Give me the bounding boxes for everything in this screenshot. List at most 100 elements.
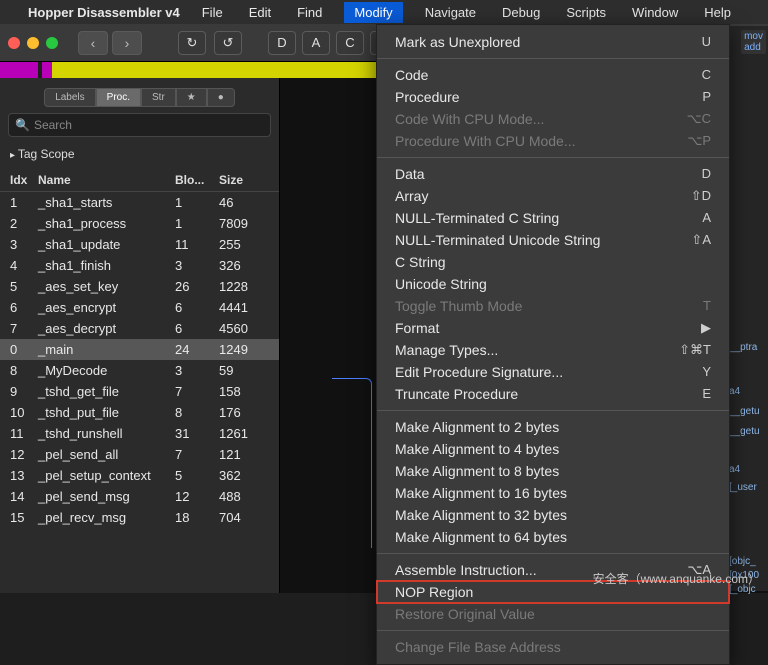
segment-magenta-2[interactable]: [42, 62, 52, 78]
search-input[interactable]: 🔍 Search: [8, 113, 271, 137]
table-row[interactable]: 5_aes_set_key261228: [0, 276, 279, 297]
mode-c-button[interactable]: C: [336, 31, 364, 55]
menu-item-make-alignment-to-8-bytes[interactable]: Make Alignment to 8 bytes: [377, 460, 729, 482]
menu-navigate[interactable]: Navigate: [421, 3, 480, 22]
cell-blo: 18: [175, 510, 219, 525]
segment-3[interactable]: ★: [176, 88, 207, 107]
menu-item-make-alignment-to-4-bytes[interactable]: Make Alignment to 4 bytes: [377, 438, 729, 460]
menu-item-data[interactable]: DataD: [377, 163, 729, 185]
menu-item-null-terminated-c-string[interactable]: NULL-Terminated C StringA: [377, 207, 729, 229]
table-row[interactable]: 9_tshd_get_file7158: [0, 381, 279, 402]
menu-edit[interactable]: Edit: [245, 3, 275, 22]
cell-idx: 1: [10, 195, 38, 210]
menu-item-unicode-string[interactable]: Unicode String: [377, 273, 729, 295]
table-row[interactable]: 1_sha1_starts146: [0, 192, 279, 213]
cell-idx: 3: [10, 237, 38, 252]
col-blocks[interactable]: Blo...: [175, 173, 219, 187]
table-row[interactable]: 7_aes_decrypt64560: [0, 318, 279, 339]
cell-blo: 8: [175, 405, 219, 420]
col-size[interactable]: Size: [219, 173, 269, 187]
watermark: 安全客（www.anquanke.com）: [593, 570, 760, 587]
menu-item-truncate-procedure[interactable]: Truncate ProcedureE: [377, 383, 729, 405]
table-row[interactable]: 13_pel_setup_context5362: [0, 465, 279, 486]
menu-item-make-alignment-to-32-bytes[interactable]: Make Alignment to 32 bytes: [377, 504, 729, 526]
segment-2[interactable]: Str: [141, 88, 176, 107]
menu-item-c-string[interactable]: C String: [377, 251, 729, 273]
menu-separator: [377, 553, 729, 554]
menu-item-toggle-thumb-mode: Toggle Thumb ModeT: [377, 295, 729, 317]
menu-item-null-terminated-unicode-string[interactable]: NULL-Terminated Unicode String⇧A: [377, 229, 729, 251]
menu-item-edit-procedure-signature[interactable]: Edit Procedure Signature...Y: [377, 361, 729, 383]
cell-idx: 9: [10, 384, 38, 399]
segment-4[interactable]: ●: [207, 88, 235, 107]
menu-item-make-alignment-to-2-bytes[interactable]: Make Alignment to 2 bytes: [377, 416, 729, 438]
stop-button[interactable]: ↺: [214, 31, 242, 55]
menu-item-label: Edit Procedure Signature...: [395, 364, 563, 380]
cell-name: _sha1_process: [38, 216, 175, 231]
table-row[interactable]: 15_pel_recv_msg18704: [0, 507, 279, 528]
table-row[interactable]: 6_aes_encrypt64441: [0, 297, 279, 318]
mode-d-button[interactable]: D: [268, 31, 296, 55]
cell-name: _pel_recv_msg: [38, 510, 175, 525]
table-row[interactable]: 2_sha1_process17809: [0, 213, 279, 234]
table-row[interactable]: 12_pel_send_all7121: [0, 444, 279, 465]
cell-name: _main: [38, 342, 175, 357]
menu-item-make-alignment-to-16-bytes[interactable]: Make Alignment to 16 bytes: [377, 482, 729, 504]
menu-item-mark-as-unexplored[interactable]: Mark as UnexploredU: [377, 31, 729, 53]
menu-window[interactable]: Window: [628, 3, 682, 22]
cell-blo: 31: [175, 426, 219, 441]
zoom-window-button[interactable]: [46, 37, 58, 49]
cell-size: 121: [219, 447, 269, 462]
minimize-window-button[interactable]: [27, 37, 39, 49]
menu-item-format[interactable]: Format▶: [377, 317, 729, 339]
menu-item-array[interactable]: Array⇧D: [377, 185, 729, 207]
col-name[interactable]: Name: [38, 173, 175, 187]
cell-blo: 6: [175, 300, 219, 315]
cell-idx: 12: [10, 447, 38, 462]
nav-back-button[interactable]: ‹: [78, 31, 108, 55]
menu-item-procedure[interactable]: ProcedureP: [377, 86, 729, 108]
cell-name: _aes_set_key: [38, 279, 175, 294]
menu-find[interactable]: Find: [293, 3, 326, 22]
menu-item-code[interactable]: CodeC: [377, 64, 729, 86]
cell-size: 4560: [219, 321, 269, 336]
table-row[interactable]: 3_sha1_update11255: [0, 234, 279, 255]
tag-scope-toggle[interactable]: Tag Scope: [0, 141, 279, 167]
menu-help[interactable]: Help: [700, 3, 735, 22]
menu-item-manage-types[interactable]: Manage Types...⇧⌘T: [377, 339, 729, 361]
table-row[interactable]: 11_tshd_runshell311261: [0, 423, 279, 444]
table-header: Idx Name Blo... Size: [0, 167, 279, 192]
reload-button[interactable]: ↻: [178, 31, 206, 55]
cell-size: 362: [219, 468, 269, 483]
close-window-button[interactable]: [8, 37, 20, 49]
menu-file[interactable]: File: [198, 3, 227, 22]
cell-idx: 6: [10, 300, 38, 315]
cell-name: _tshd_put_file: [38, 405, 175, 420]
menu-item-shortcut: ⇧⌘T: [679, 342, 711, 358]
col-idx[interactable]: Idx: [10, 173, 38, 187]
cell-idx: 7: [10, 321, 38, 336]
menu-item-procedure-with-cpu-mode: Procedure With CPU Mode...⌥P: [377, 130, 729, 152]
table-row[interactable]: 4_sha1_finish3326: [0, 255, 279, 276]
menu-modify[interactable]: Modify: [344, 2, 402, 23]
cell-blo: 7: [175, 384, 219, 399]
modify-menu-dropdown: Mark as UnexploredUCodeCProcedurePCode W…: [376, 24, 730, 665]
asm-chip: movadd: [741, 30, 766, 54]
cell-size: 4441: [219, 300, 269, 315]
menu-scripts[interactable]: Scripts: [562, 3, 610, 22]
menu-item-make-alignment-to-64-bytes[interactable]: Make Alignment to 64 bytes: [377, 526, 729, 548]
cell-size: 255: [219, 237, 269, 252]
table-row[interactable]: 14_pel_send_msg12488: [0, 486, 279, 507]
cell-idx: 13: [10, 468, 38, 483]
table-row[interactable]: 8_MyDecode359: [0, 360, 279, 381]
menu-debug[interactable]: Debug: [498, 3, 544, 22]
segment-1[interactable]: Proc.: [96, 88, 141, 107]
table-row[interactable]: 10_tshd_put_file8176: [0, 402, 279, 423]
nav-forward-button[interactable]: ›: [112, 31, 142, 55]
menubar: Hopper Disassembler v4 FileEditFindModif…: [0, 0, 768, 24]
cell-name: _sha1_update: [38, 237, 175, 252]
segment-0[interactable]: Labels: [44, 88, 95, 107]
mode-a-button[interactable]: A: [302, 31, 330, 55]
table-row[interactable]: 0_main241249: [0, 339, 279, 360]
segment-magenta[interactable]: [0, 62, 38, 78]
